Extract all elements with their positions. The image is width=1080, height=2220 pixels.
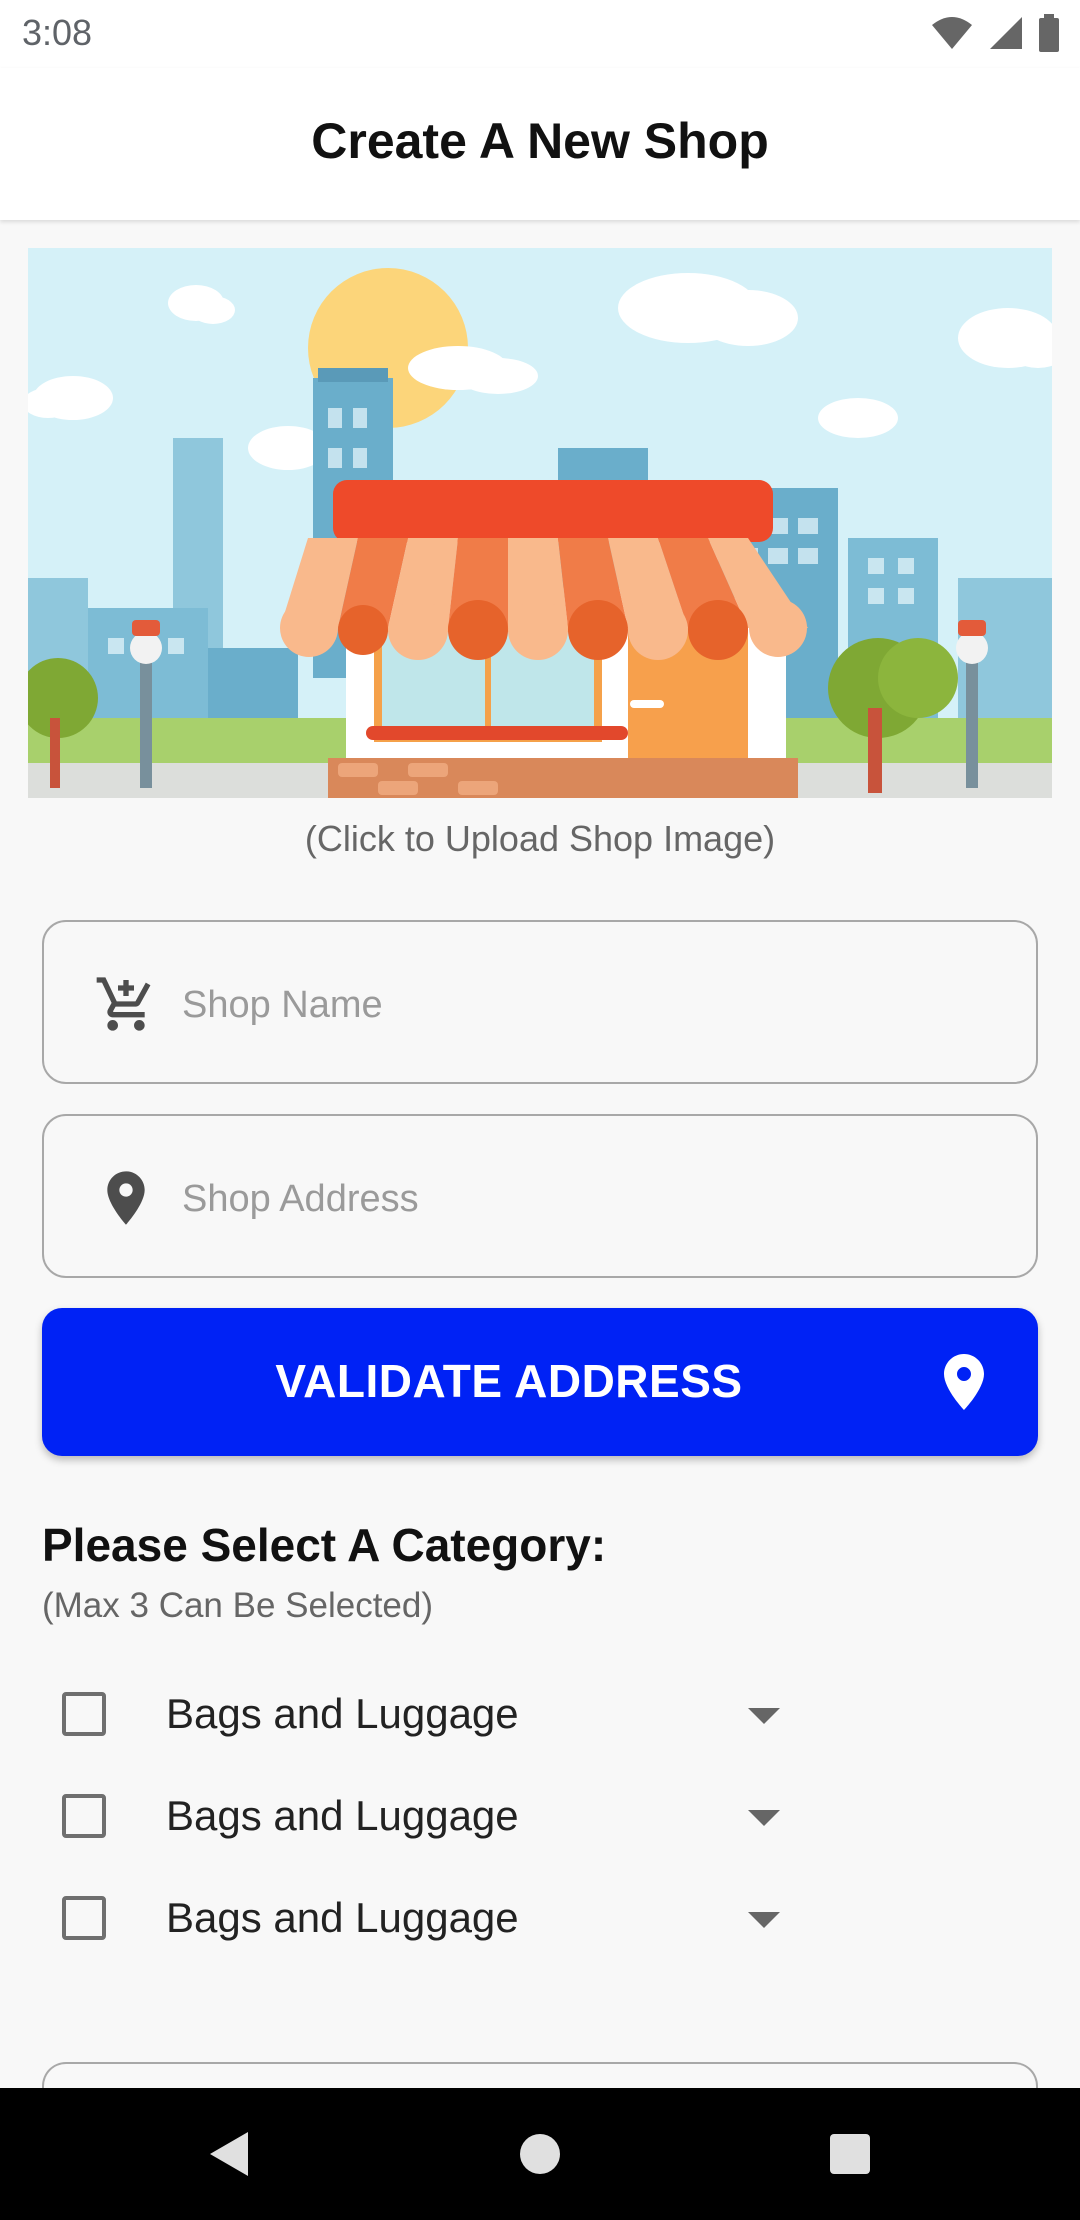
shop-address-field[interactable] xyxy=(42,1114,1038,1278)
cellular-signal-icon xyxy=(990,17,1022,49)
shop-illustration xyxy=(28,248,1052,798)
dropdown-arrow-icon[interactable] xyxy=(748,1708,780,1724)
category-checkbox[interactable] xyxy=(62,1794,106,1838)
category-heading: Please Select A Category: xyxy=(42,1519,607,1571)
category-select-value[interactable]: Bags and Luggage xyxy=(166,1792,519,1840)
wifi-icon xyxy=(932,17,972,49)
shop-name-field[interactable] xyxy=(42,920,1038,1084)
category-checkbox[interactable] xyxy=(62,1896,106,1940)
dropdown-arrow-icon[interactable] xyxy=(748,1810,780,1826)
dropdown-arrow-icon[interactable] xyxy=(748,1912,780,1928)
cart-icon xyxy=(96,977,151,1031)
location-pin-icon xyxy=(107,1171,145,1225)
battery-icon xyxy=(1039,14,1059,52)
upload-image-caption[interactable]: (Click to Upload Shop Image) xyxy=(0,818,1080,860)
category-note: (Max 3 Can Be Selected) xyxy=(42,1586,434,1625)
status-bar: 3:08 xyxy=(0,0,1080,68)
validate-address-button[interactable]: VALIDATE ADDRESS xyxy=(42,1308,1038,1456)
shop-image-upload[interactable] xyxy=(28,248,1052,798)
category-row: Bags and Luggage xyxy=(42,1882,802,1962)
status-time: 3:08 xyxy=(22,12,93,53)
category-checkbox[interactable] xyxy=(62,1692,106,1736)
status-icons xyxy=(930,14,1060,52)
shop-name-input[interactable] xyxy=(180,962,1004,1048)
back-icon[interactable] xyxy=(200,2124,260,2184)
shop-address-input[interactable] xyxy=(180,1156,1004,1242)
navigation-bar xyxy=(0,2088,1080,2220)
app-bar: Create A New Shop xyxy=(0,68,1080,220)
category-row: Bags and Luggage xyxy=(42,1780,802,1860)
location-pin-icon xyxy=(944,1354,984,1410)
page-title: Create A New Shop xyxy=(311,113,769,169)
home-icon[interactable] xyxy=(510,2124,570,2184)
category-select-value[interactable]: Bags and Luggage xyxy=(166,1690,519,1738)
category-select-value[interactable]: Bags and Luggage xyxy=(166,1894,519,1942)
validate-address-label: VALIDATE ADDRESS xyxy=(275,1355,743,1407)
category-row: Bags and Luggage xyxy=(42,1678,802,1758)
recents-icon[interactable] xyxy=(820,2124,880,2184)
